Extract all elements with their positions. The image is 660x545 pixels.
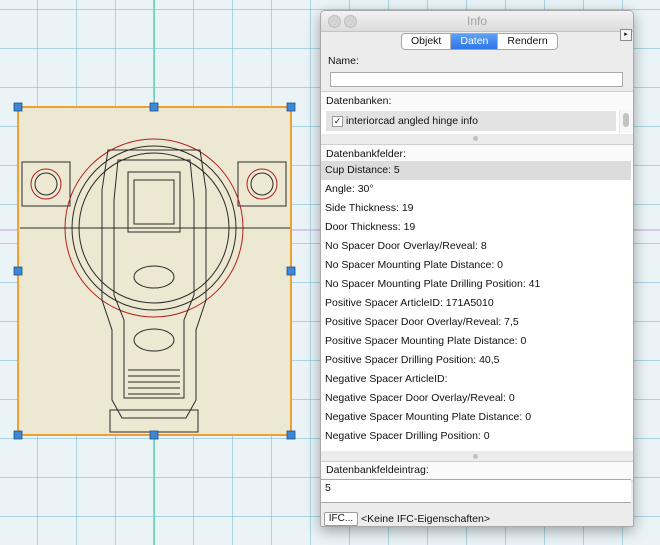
field-row-positive-articleid[interactable]: Positive Spacer ArticleID: 171A5010 (321, 294, 631, 313)
field-row-nospacer-overlay[interactable]: No Spacer Door Overlay/Reveal: 8 (321, 237, 631, 256)
palette-menu-button[interactable]: ▸ (620, 29, 632, 41)
fields-header-label: Datenbankfelder: (326, 148, 406, 160)
name-field[interactable] (330, 72, 623, 87)
field-row-nospacer-drilling[interactable]: No Spacer Mounting Plate Drilling Positi… (321, 275, 631, 294)
entry-field[interactable]: 5 (321, 479, 631, 503)
hinge-drawing[interactable] (17, 106, 292, 436)
handle-bottom-left[interactable] (13, 430, 23, 440)
entry-label: Datenbankfeldeintrag: (326, 464, 429, 476)
databases-header-label: Datenbanken: (326, 95, 392, 107)
field-row-negative-articleid[interactable]: Negative Spacer ArticleID: (321, 370, 631, 389)
database-item[interactable]: ✓ interiorcad angled hinge info (326, 111, 616, 131)
databases-list: ✓ interiorcad angled hinge info (321, 110, 633, 134)
ifc-button[interactable]: IFC... (324, 512, 358, 526)
field-row-negative-plate-distance[interactable]: Negative Spacer Mounting Plate Distance:… (321, 408, 631, 427)
handle-top-center[interactable] (149, 102, 159, 112)
handle-bottom-center[interactable] (149, 430, 159, 440)
ifc-status: <Keine IFC-Eigenschaften> (361, 513, 490, 525)
splitter-handle-top[interactable] (321, 135, 633, 143)
field-row-positive-plate-distance[interactable]: Positive Spacer Mounting Plate Distance:… (321, 332, 631, 351)
databases-scroll-thumb[interactable] (623, 113, 629, 127)
tab-objekt[interactable]: Objekt (402, 34, 452, 49)
database-item-label: interiorcad angled hinge info (346, 115, 478, 127)
field-row-positive-drilling[interactable]: Positive Spacer Drilling Position: 40,5 (321, 351, 631, 370)
database-checkbox[interactable]: ✓ (332, 116, 343, 127)
field-row-negative-overlay[interactable]: Negative Spacer Door Overlay/Reveal: 0 (321, 389, 631, 408)
field-row-angle[interactable]: Angle: 30° (321, 180, 631, 199)
handle-top-right[interactable] (286, 102, 296, 112)
field-row-nospacer-plate-distance[interactable]: No Spacer Mounting Plate Distance: 0 (321, 256, 631, 275)
tab-daten[interactable]: Daten (451, 34, 499, 49)
field-row-cup-distance[interactable]: Cup Distance: 5 (321, 161, 631, 180)
palette-titlebar[interactable]: Info (321, 11, 633, 32)
field-row-positive-overlay[interactable]: Positive Spacer Door Overlay/Reveal: 7,5 (321, 313, 631, 332)
field-row-negative-drilling[interactable]: Negative Spacer Drilling Position: 0 (321, 427, 631, 446)
field-row-door-thickness[interactable]: Door Thickness: 19 (321, 218, 631, 237)
handle-top-left[interactable] (13, 102, 23, 112)
window-title: Info (466, 14, 487, 28)
hinge-base-plate (17, 106, 292, 436)
tab-rendern[interactable]: Rendern (498, 34, 556, 49)
info-palette: Info Objekt Daten Rendern ▸ Name: Datenb… (320, 10, 634, 527)
name-label: Name: (328, 55, 359, 67)
splitter-handle-bottom[interactable] (321, 453, 633, 461)
handle-middle-left[interactable] (13, 266, 23, 276)
fields-list: Cup Distance: 5 Angle: 30° Side Thicknes… (321, 161, 633, 451)
field-row-side-thickness[interactable]: Side Thickness: 19 (321, 199, 631, 218)
databases-scrollbar[interactable] (619, 110, 633, 133)
handle-bottom-right[interactable] (286, 430, 296, 440)
databases-header: Datenbanken: (321, 91, 633, 111)
handle-middle-right[interactable] (286, 266, 296, 276)
tab-bar: Objekt Daten Rendern (401, 33, 558, 50)
